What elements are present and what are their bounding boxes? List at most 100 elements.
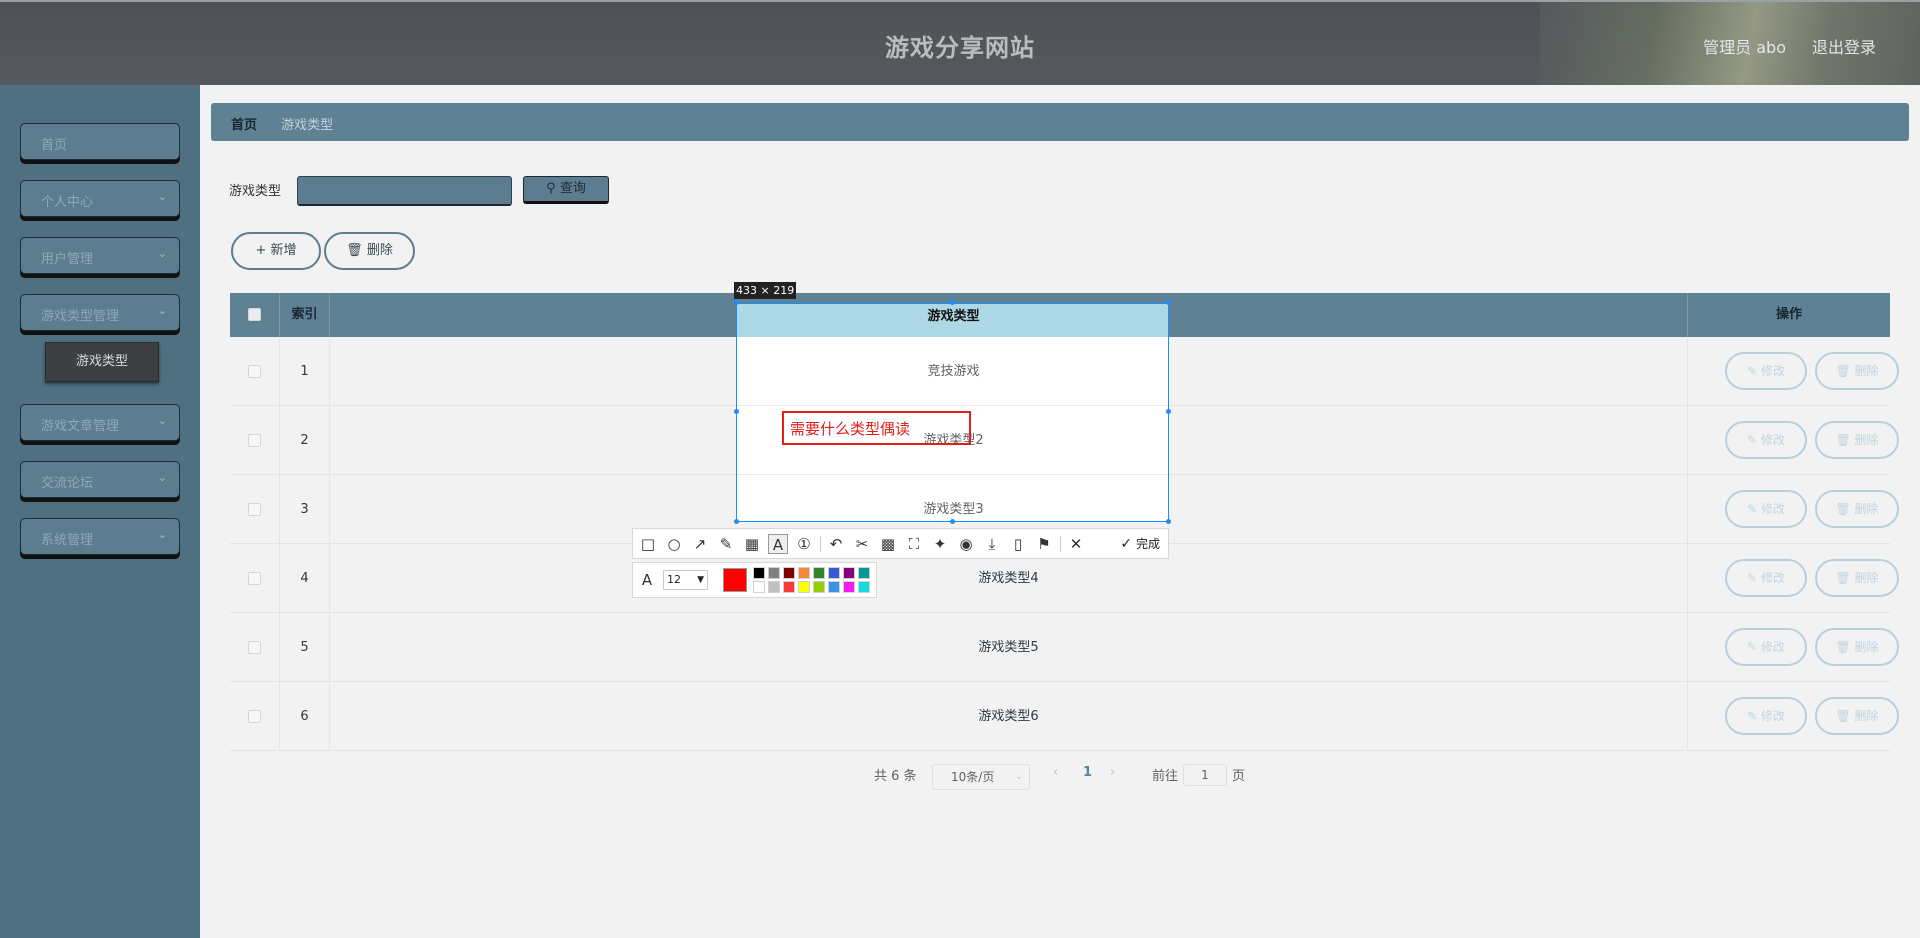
add-button[interactable]: + 新增: [231, 232, 321, 270]
color-swatch[interactable]: [858, 581, 870, 593]
batch-delete-button[interactable]: 🗑 删除: [324, 232, 415, 270]
mosaic-tool-icon[interactable]: ▦: [742, 534, 762, 554]
color-swatch[interactable]: [858, 567, 870, 579]
rectangle-tool-icon[interactable]: □: [638, 534, 658, 554]
delete-button[interactable]: 🗑 删除: [1815, 490, 1899, 528]
sidebar-item-label: 游戏文章管理: [41, 419, 120, 434]
color-swatch[interactable]: [753, 581, 765, 593]
font-size-select[interactable]: 12 ▼: [663, 570, 708, 590]
sidebar-item-game-type-mgmt[interactable]: 游戏类型管理 ⌄: [20, 294, 180, 331]
font-icon: A: [641, 571, 653, 589]
caret-down-icon: ▼: [697, 575, 704, 585]
page-number-current[interactable]: 1: [1083, 765, 1092, 780]
resize-handle[interactable]: [1166, 519, 1171, 524]
search-button[interactable]: ⚲ 查询: [523, 176, 609, 204]
next-page-icon[interactable]: ›: [1110, 765, 1115, 780]
sidebar-item-home[interactable]: 首页: [20, 123, 180, 160]
row-checkbox[interactable]: [248, 641, 261, 654]
resize-handle[interactable]: [1166, 409, 1171, 414]
color-swatch[interactable]: [813, 567, 825, 579]
edit-button[interactable]: ✎ 修改: [1725, 352, 1807, 390]
color-swatch[interactable]: [843, 581, 855, 593]
color-swatch[interactable]: [798, 567, 810, 579]
undo-icon[interactable]: ↶: [826, 534, 846, 554]
sidebar-item-label: 交流论坛: [41, 476, 94, 491]
breadcrumb-home[interactable]: 首页: [231, 118, 257, 133]
color-swatch[interactable]: [768, 567, 780, 579]
delete-button[interactable]: 🗑 删除: [1815, 421, 1899, 459]
edit-button[interactable]: ✎ 修改: [1725, 559, 1807, 597]
color-swatch[interactable]: [828, 581, 840, 593]
row-checkbox[interactable]: [248, 434, 261, 447]
trash-icon: 🗑: [1835, 364, 1851, 378]
search-input[interactable]: [297, 176, 512, 206]
sidebar-item-profile[interactable]: 个人中心 ⌄: [20, 180, 180, 217]
chevron-down-icon: ⌄: [157, 471, 167, 484]
done-button[interactable]: ✓ 完成: [1120, 529, 1160, 560]
chevron-down-icon: ⌄: [157, 190, 167, 203]
row-game-type: 游戏类型5: [330, 613, 1688, 682]
resize-handle[interactable]: [734, 519, 739, 524]
row-checkbox[interactable]: [248, 572, 261, 585]
color-swatch[interactable]: [768, 581, 780, 593]
select-all-checkbox[interactable]: [248, 308, 261, 321]
row-checkbox[interactable]: [248, 365, 261, 378]
record-icon[interactable]: ◉: [956, 534, 976, 554]
color-swatch[interactable]: [753, 567, 765, 579]
delete-button[interactable]: 🗑 删除: [1815, 628, 1899, 666]
color-swatch[interactable]: [843, 567, 855, 579]
number-marker-icon[interactable]: ①: [794, 534, 814, 554]
pin-icon[interactable]: ✦: [930, 534, 950, 554]
page-size-select[interactable]: 10条/页 ⌄: [932, 764, 1030, 790]
resize-handle[interactable]: [1166, 300, 1171, 305]
color-swatch[interactable]: [783, 567, 795, 579]
delete-button[interactable]: 🗑 删除: [1815, 559, 1899, 597]
current-color-swatch[interactable]: [723, 568, 747, 592]
row-checkbox[interactable]: [248, 710, 261, 723]
color-swatch[interactable]: [783, 581, 795, 593]
sidebar-subitem-game-type[interactable]: 游戏类型: [45, 342, 159, 382]
download-icon[interactable]: ⤓: [982, 534, 1002, 554]
delete-button[interactable]: 🗑 删除: [1815, 352, 1899, 390]
page-size-value: 10条/页: [951, 770, 995, 784]
goto-page-input[interactable]: 1: [1183, 764, 1227, 786]
close-icon[interactable]: ✕: [1066, 534, 1086, 554]
resize-handle[interactable]: [950, 300, 955, 305]
phone-icon[interactable]: ▯: [1008, 534, 1028, 554]
delete-button[interactable]: 🗑 删除: [1815, 697, 1899, 735]
color-swatch[interactable]: [828, 567, 840, 579]
edit-button[interactable]: ✎ 修改: [1725, 421, 1807, 459]
edit-button[interactable]: ✎ 修改: [1725, 697, 1807, 735]
delete-button-label: 删除: [1854, 364, 1879, 378]
resize-handle[interactable]: [950, 519, 955, 524]
edit-icon: ✎: [1747, 571, 1758, 585]
select-all-cell: [230, 293, 280, 337]
row-checkbox[interactable]: [248, 503, 261, 516]
pen-tool-icon[interactable]: ✎: [716, 534, 736, 554]
ocr-icon[interactable]: ▩: [878, 534, 898, 554]
bookmark-icon[interactable]: ⚑: [1034, 534, 1054, 554]
sidebar-item-articles[interactable]: 游戏文章管理 ⌄: [20, 404, 180, 441]
sidebar-item-users[interactable]: 用户管理 ⌄: [20, 237, 180, 274]
resize-handle[interactable]: [734, 409, 739, 414]
row-index: 6: [280, 682, 330, 751]
color-swatch[interactable]: [798, 581, 810, 593]
resize-handle[interactable]: [734, 300, 739, 305]
text-tool-icon[interactable]: A: [768, 534, 788, 554]
ellipse-tool-icon[interactable]: ○: [664, 534, 684, 554]
logout-link[interactable]: 退出登录: [1812, 34, 1876, 58]
edit-button[interactable]: ✎ 修改: [1725, 628, 1807, 666]
edit-icon: ✎: [1747, 364, 1758, 378]
scissors-icon[interactable]: ✂: [852, 534, 872, 554]
prev-page-icon[interactable]: ‹: [1053, 765, 1058, 780]
sidebar-item-system[interactable]: 系统管理 ⌄: [20, 518, 180, 555]
arrow-tool-icon[interactable]: ↗: [690, 534, 710, 554]
top-header: 游戏分享网站 管理员 abo 退出登录: [0, 0, 1920, 85]
edit-button[interactable]: ✎ 修改: [1725, 490, 1807, 528]
color-swatch[interactable]: [813, 581, 825, 593]
annotation-text-box[interactable]: 需要什么类型偶读: [782, 411, 971, 445]
scroll-capture-icon[interactable]: ⛶: [904, 534, 924, 554]
chevron-down-icon: ⌄: [157, 247, 167, 260]
delete-button-label: 删除: [1854, 433, 1879, 447]
sidebar-item-forum[interactable]: 交流论坛 ⌄: [20, 461, 180, 498]
